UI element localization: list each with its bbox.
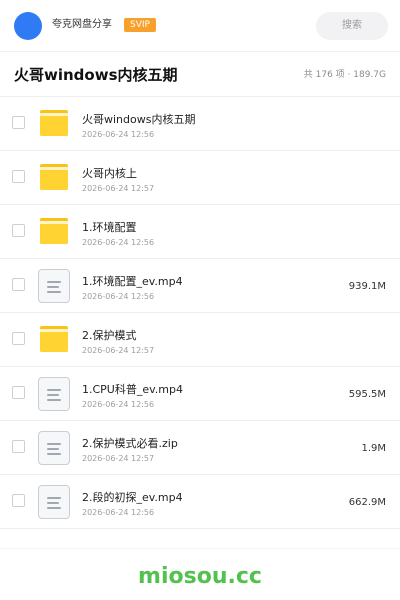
item-date: 2026-06-24 12:56 <box>82 400 155 409</box>
item-checkbox[interactable] <box>12 440 25 453</box>
file-icon <box>38 431 70 465</box>
item-checkbox[interactable] <box>12 332 25 345</box>
item-checkbox[interactable] <box>12 170 25 183</box>
svip-badge: SVIP <box>124 18 156 32</box>
item-checkbox[interactable] <box>12 278 25 291</box>
item-date: 2026-06-24 12:56 <box>82 292 155 301</box>
folder-icon <box>38 323 70 357</box>
item-size: 662.9M <box>348 497 386 508</box>
list-item[interactable]: 2.段的初探_ev.mp4 2026-06-24 12:56 662.9M <box>0 475 400 529</box>
item-size: 939.1M <box>348 281 386 292</box>
item-checkbox[interactable] <box>12 386 25 399</box>
file-icon <box>38 485 70 519</box>
top-bar: 夸克网盘分享 SVIP 搜索 <box>0 0 400 52</box>
item-name: 2.保护模式 <box>82 329 137 342</box>
item-size: 595.5M <box>348 389 386 400</box>
file-icon <box>38 269 70 303</box>
item-size: 1.9M <box>361 443 386 454</box>
list-item[interactable]: 2.保护模式必看.zip 2026-06-24 12:57 1.9M <box>0 421 400 475</box>
item-summary: 共 176 项 · 189.7G <box>303 70 386 80</box>
folder-header: 火哥windows内核五期 共 176 项 · 189.7G <box>0 53 400 97</box>
item-name: 1.环境配置_ev.mp4 <box>82 275 183 288</box>
avatar[interactable] <box>14 12 42 40</box>
list-item[interactable]: 2.保护模式 2026-06-24 12:57 <box>0 313 400 367</box>
list-item[interactable]: 1.CPU科普_ev.mp4 2026-06-24 12:56 595.5M <box>0 367 400 421</box>
item-date: 2026-06-24 12:56 <box>82 508 155 517</box>
folder-icon <box>38 161 70 195</box>
item-checkbox[interactable] <box>12 224 25 237</box>
list-item[interactable]: 火哥windows内核五期 2026-06-24 12:56 <box>0 97 400 151</box>
user-name: 夸克网盘分享 <box>52 19 112 30</box>
item-date: 2026-06-24 12:57 <box>82 346 155 355</box>
list-item[interactable]: 1.环境配置 2026-06-24 12:56 <box>0 205 400 259</box>
item-name: 火哥内核上 <box>82 167 137 180</box>
watermark: miosou.cc <box>138 564 262 589</box>
footer-divider <box>0 548 400 549</box>
page-title: 火哥windows内核五期 <box>14 66 178 84</box>
search-input[interactable]: 搜索 <box>316 12 388 40</box>
item-date: 2026-06-24 12:57 <box>82 454 155 463</box>
list-item[interactable]: 火哥内核上 2026-06-24 12:57 <box>0 151 400 205</box>
item-date: 2026-06-24 12:57 <box>82 184 155 193</box>
item-checkbox[interactable] <box>12 116 25 129</box>
folder-icon <box>38 107 70 141</box>
folder-icon <box>38 215 70 249</box>
item-checkbox[interactable] <box>12 494 25 507</box>
item-date: 2026-06-24 12:56 <box>82 130 155 139</box>
item-date: 2026-06-24 12:56 <box>82 238 155 247</box>
item-name: 火哥windows内核五期 <box>82 113 196 126</box>
item-name: 2.段的初探_ev.mp4 <box>82 491 183 504</box>
file-icon <box>38 377 70 411</box>
item-name: 2.保护模式必看.zip <box>82 437 178 450</box>
item-name: 1.CPU科普_ev.mp4 <box>82 383 183 396</box>
file-list: 火哥windows内核五期 2026-06-24 12:56 火哥内核上 2026-0… <box>0 97 400 529</box>
item-name: 1.环境配置 <box>82 221 137 234</box>
list-item[interactable]: 1.环境配置_ev.mp4 2026-06-24 12:56 939.1M <box>0 259 400 313</box>
